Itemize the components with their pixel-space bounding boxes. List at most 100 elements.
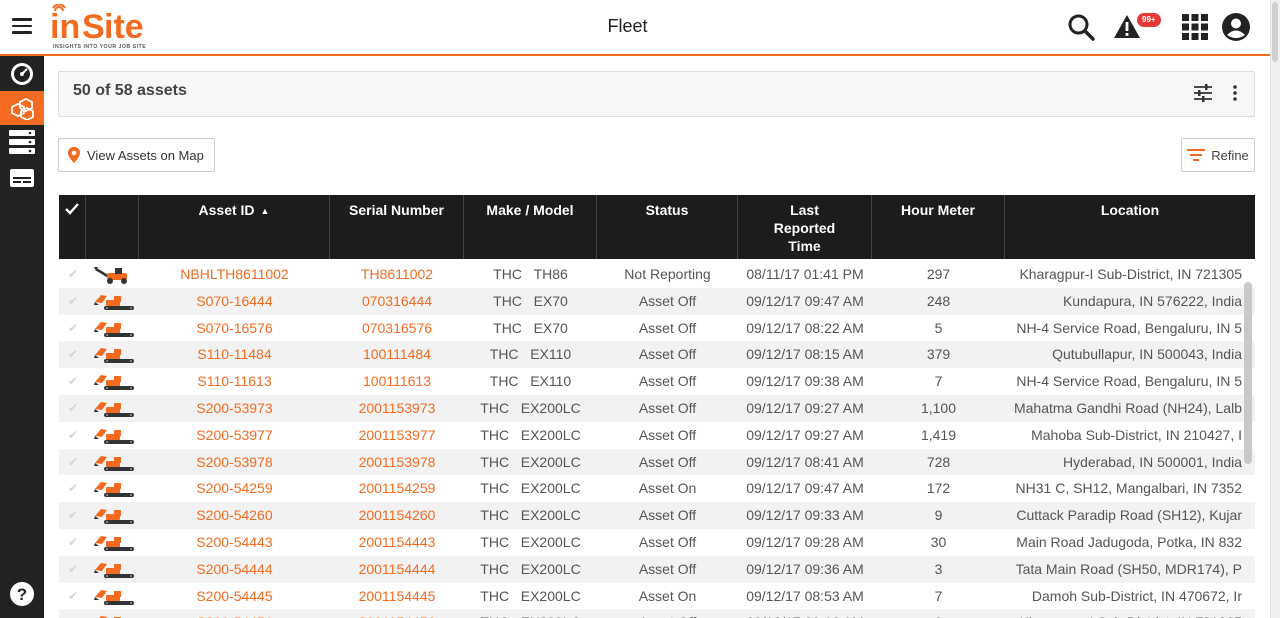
column-header-status[interactable]: Status (597, 195, 738, 259)
excavator-icon (93, 292, 135, 312)
last-reported-cell: 09/12/17 08:22 AM (746, 319, 864, 336)
table-row[interactable]: ✔ S200-54445 2001154445 THC EX200LC Asset On… (59, 583, 1255, 610)
table-row[interactable]: ✔ S200-53978 2001153978 THC EX200LC Asset Of… (59, 448, 1255, 476)
row-checkbox[interactable]: ✔ (66, 562, 80, 576)
asset-id-link[interactable]: S110-11484 (139, 341, 330, 368)
page-scrollbar-track[interactable] (1270, 0, 1280, 618)
serial-number-link[interactable]: 2001153978 (330, 449, 464, 476)
row-checkbox[interactable]: ✔ (66, 347, 80, 361)
asset-id-link[interactable]: S070-16444 (139, 288, 330, 315)
row-checkbox[interactable]: ✔ (66, 401, 80, 415)
search-icon[interactable] (1066, 12, 1096, 42)
make-text: THC (480, 480, 510, 497)
asset-count: 50 of 58 assets (73, 82, 187, 99)
location-cell: Kundapura, IN 576222, India (1062, 292, 1242, 309)
make-text: THC (480, 560, 510, 577)
asset-id-link[interactable]: S200-54443 (139, 529, 330, 556)
sidebar-item-dashboard[interactable] (0, 57, 44, 91)
row-checkbox[interactable]: ✔ (66, 428, 80, 442)
excavator-icon (93, 399, 135, 419)
asset-id-link[interactable]: S200-53978 (139, 449, 330, 476)
row-checkbox[interactable]: ✔ (66, 321, 80, 335)
row-checkbox[interactable]: ✔ (66, 481, 80, 495)
table-row[interactable]: ✔ NBHLTH8611002 TH8611002 THC TH86 Not Repor… (59, 261, 1255, 288)
table-row[interactable]: ✔ S200-53977 2001153977 THC EX200LC Asset Of… (59, 422, 1255, 449)
excavator-icon (93, 426, 135, 446)
last-reported-cell: 09/12/17 09:28 AM (746, 533, 864, 550)
table-row[interactable]: ✔ S200-54443 2001154443 THC EX200LC Asset Of… (59, 529, 1255, 556)
select-all-checkbox[interactable] (59, 195, 86, 259)
hour-meter-cell: 3 (934, 560, 943, 577)
asset-id-link[interactable]: S200-54445 (139, 583, 330, 610)
row-checkbox[interactable]: ✔ (66, 267, 80, 281)
view-assets-on-map-button[interactable]: View Assets on Map (58, 138, 215, 172)
last-reported-cell: 09/12/17 09:36 AM (746, 560, 864, 577)
column-header-serial-number[interactable]: Serial Number (330, 195, 464, 259)
serial-number-link[interactable]: 2001153977 (330, 422, 464, 449)
table-row[interactable]: ✔ S070-16576 070316576 THC EX70 Asset Off 09/… (59, 315, 1255, 342)
serial-number-link[interactable]: 070316576 (330, 315, 464, 342)
column-header-last-reported-time[interactable]: Last Reported Time (738, 195, 872, 259)
table-row[interactable]: ✔ S200-54260 2001154260 THC EX200LC Asset Of… (59, 502, 1255, 529)
sidebar-item-help[interactable]: ? (0, 577, 44, 611)
column-header-hour-meter[interactable]: Hour Meter (872, 195, 1005, 259)
table-row[interactable]: ✔ S110-11613 100111613 THC EX110 Asset Off 09… (59, 368, 1255, 395)
excavator-icon (93, 560, 135, 580)
row-checkbox[interactable]: ✔ (66, 455, 80, 469)
asset-id-link[interactable]: S070-16576 (139, 315, 330, 342)
serial-number-link[interactable]: 2001154445 (330, 583, 464, 610)
hour-meter-cell: 30 (930, 533, 947, 550)
asset-id-link[interactable]: S110-11613 (139, 368, 330, 395)
asset-id-link[interactable]: S200-54444 (139, 556, 330, 583)
asset-id-link[interactable]: S200-53973 (139, 395, 330, 422)
table-scrollbar[interactable] (1244, 282, 1252, 464)
column-header-make-model[interactable]: Make / Model (464, 195, 597, 259)
serial-number-link[interactable]: 2001154444 (330, 556, 464, 583)
table-row[interactable]: ✔ S200-53973 2001153973 THC EX200LC Asset Of… (59, 394, 1255, 422)
serial-number-link[interactable]: 100111484 (330, 341, 464, 368)
table-row[interactable]: ✔ S200-54444 2001154444 THC EX200LC Asset Of… (59, 555, 1255, 583)
serial-number-link[interactable]: 2001154443 (330, 529, 464, 556)
table-row[interactable]: ✔ S200-54259 2001154259 THC EX200LC Asset On… (59, 475, 1255, 502)
asset-id-link[interactable]: S200-53977 (139, 422, 330, 449)
column-header-asset-id[interactable]: Asset ID ▲ (139, 195, 330, 259)
serial-number-link[interactable]: 2001153973 (330, 395, 464, 422)
row-checkbox[interactable]: ✔ (66, 294, 80, 308)
make-text: THC (493, 319, 522, 336)
asset-id-link[interactable]: S200-54260 (139, 502, 330, 529)
sidebar-item-fleet[interactable] (0, 91, 44, 125)
row-checkbox[interactable]: ✔ (66, 589, 80, 603)
column-header-location[interactable]: Location (1005, 195, 1255, 259)
row-checkbox[interactable]: ✔ (66, 374, 80, 388)
table-row[interactable]: ✔ S110-11484 100111484 THC EX110 Asset Off 09… (59, 341, 1255, 369)
sidebar-item-list[interactable] (0, 125, 44, 159)
row-checkbox[interactable]: ✔ (66, 508, 80, 522)
hour-meter-cell: 172 (926, 480, 951, 497)
last-reported-cell: 09/12/17 09:47 AM (746, 292, 864, 309)
apps-grid-icon[interactable] (1180, 12, 1210, 42)
sidebar-item-reports[interactable] (0, 161, 44, 195)
status-cell: Not Reporting (624, 266, 711, 282)
serial-number-link[interactable]: 2001154259 (330, 475, 464, 502)
asset-id-link[interactable]: NBHLTH8611002 (139, 261, 330, 288)
serial-number-link[interactable]: 2001154456 (330, 609, 464, 618)
row-checkbox[interactable]: ✔ (66, 535, 80, 549)
serial-number-link[interactable]: 2001154260 (330, 502, 464, 529)
account-icon[interactable] (1221, 12, 1251, 42)
refine-button[interactable]: Refine (1181, 138, 1255, 172)
make-model-cell: THC EX200LC (464, 395, 597, 422)
serial-number-link[interactable]: TH8611002 (330, 261, 464, 288)
more-options-icon[interactable] (1231, 83, 1239, 103)
asset-id-link[interactable]: S200-54456 (139, 609, 330, 618)
asset-id-link[interactable]: S200-54259 (139, 475, 330, 502)
serial-number-link[interactable]: 100111613 (330, 368, 464, 395)
table-row[interactable]: ✔ S070-16444 070316444 THC EX70 Asset Off 09/… (59, 287, 1255, 315)
model-text: EX200LC (520, 480, 581, 497)
app-header: in S ite INSIGHTS INTO YOUR JOB SITE Fle… (0, 0, 1270, 56)
model-text: EX200LC (520, 560, 581, 577)
table-row[interactable]: ✔S200-544562001154456THC EX200LCAsset Of… (59, 609, 1255, 618)
serial-number-link[interactable]: 070316444 (330, 288, 464, 315)
column-settings-icon[interactable] (1193, 83, 1213, 103)
page-scrollbar-thumb[interactable] (1272, 2, 1278, 62)
model-text: EX200LC (520, 507, 581, 524)
